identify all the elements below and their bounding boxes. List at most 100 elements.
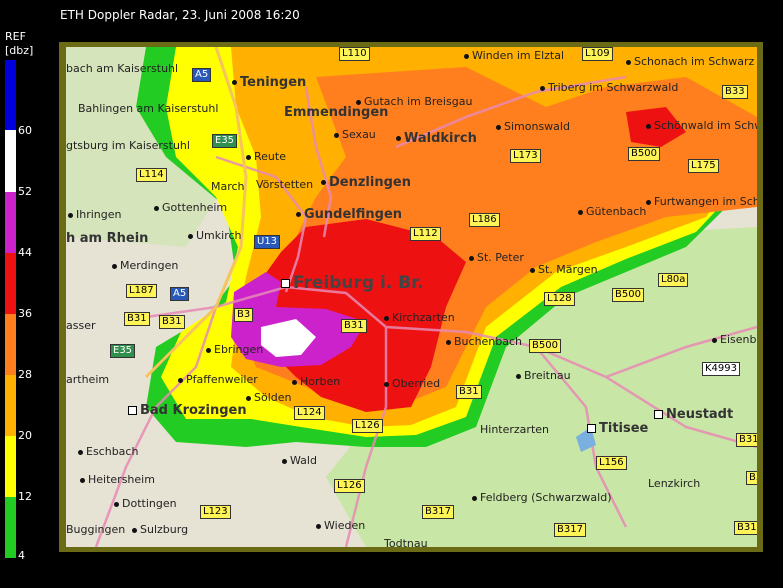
legend-tick: 12 xyxy=(18,490,32,503)
road-shield: B31 xyxy=(736,433,757,447)
place-feldberg: Feldberg (Schwarzwald) xyxy=(472,491,611,504)
road-shield: B31 xyxy=(456,385,482,399)
road-shield: B3 xyxy=(746,471,757,485)
place-kirchzarten: Kirchzarten xyxy=(384,311,455,324)
place-denzlingen: Denzlingen xyxy=(321,175,411,190)
road-shield: E35 xyxy=(212,134,238,148)
place-march: March xyxy=(211,180,245,193)
road-shield: B31 xyxy=(341,319,367,333)
road-shield: L123 xyxy=(200,505,231,519)
road-shield: L109 xyxy=(582,47,613,61)
place-am-rhein: h am Rhein xyxy=(66,231,149,246)
road-shield: L186 xyxy=(469,213,500,227)
road-shield: L126 xyxy=(352,419,383,433)
road-shield: L128 xyxy=(544,292,575,306)
place-gundelfingen: Gundelfingen xyxy=(296,207,402,222)
place-sexau: Sexau xyxy=(334,128,376,141)
place-waldkirch: Waldkirch xyxy=(396,131,477,146)
legend-tick: 36 xyxy=(18,307,32,320)
legend-tick: 52 xyxy=(18,185,32,198)
place-wieden: Wieden xyxy=(316,519,365,532)
road-shield: B317 xyxy=(554,523,586,537)
place-gutach: Gutach im Breisgau xyxy=(356,95,472,108)
place-hinterzarten: Hinterzarten xyxy=(480,423,549,436)
place-st-peter: St. Peter xyxy=(469,251,524,264)
road-shield: B500 xyxy=(612,288,644,302)
legend-band-blue xyxy=(5,60,16,130)
place-umkirch: Umkirch xyxy=(188,229,242,242)
place-eisenbach: Eisenbach xyxy=(712,333,757,346)
place-eschbach: Eschbach xyxy=(78,445,138,458)
map-title: ETH Doppler Radar, 23. Juni 2008 16:20 xyxy=(60,8,300,22)
road-shield: U13 xyxy=(254,235,281,249)
road-shield: L187 xyxy=(126,284,157,298)
place-furtwangen: Furtwangen im Schw xyxy=(646,195,757,208)
place-lenzkirch: Lenzkirch xyxy=(648,477,701,490)
legend-band-white xyxy=(5,130,16,192)
radar-view: ETH Doppler Radar, 23. Juni 2008 16:20 R… xyxy=(0,0,783,588)
radar-map[interactable]: Teningen Emmendingen Waldkirch Denzlinge… xyxy=(66,47,757,547)
road-shield: L156 xyxy=(596,456,627,470)
road-shield: L126 xyxy=(334,479,365,493)
place-breitnau: Breitnau xyxy=(516,369,571,382)
place-ebringen: Ebringen xyxy=(206,343,263,356)
place-soelden: Sölden xyxy=(246,391,292,404)
legend-band-amber xyxy=(5,375,16,436)
road-shield: B33 xyxy=(722,85,748,99)
road-shield: A5 xyxy=(192,68,212,82)
place-winden: Winden im Elztal xyxy=(464,49,564,62)
road-shield: L110 xyxy=(339,47,370,61)
road-shield: B500 xyxy=(628,147,660,161)
place-st-maergen: St. Märgen xyxy=(530,263,598,276)
place-heitersheim: Heitersheim xyxy=(80,473,155,486)
place-schonach: Schonach im Schwarz xyxy=(626,55,754,68)
legend-tick: 20 xyxy=(18,429,32,442)
place-voerstetten: Vörstetten xyxy=(256,178,314,191)
place-buggingen: Buggingen xyxy=(66,523,126,536)
legend-band-green xyxy=(5,497,16,558)
place-gottenheim: Gottenheim xyxy=(154,201,227,214)
road-shield: L175 xyxy=(688,159,719,173)
place-pfaffenweiler: Pfaffenweiler xyxy=(178,373,258,386)
color-legend xyxy=(5,60,16,558)
place-sasbach: bach am Kaiserstuhl xyxy=(66,62,179,75)
place-merdingen: Merdingen xyxy=(112,259,178,272)
place-asser: asser xyxy=(66,319,96,332)
place-wald: Wald xyxy=(282,454,317,467)
place-buchenbach: Buchenbach xyxy=(446,335,522,348)
place-bad-krozingen: Bad Krozingen xyxy=(128,403,247,418)
road-shield: L114 xyxy=(136,168,167,182)
legend-tick: 28 xyxy=(18,368,32,381)
place-teningen: Teningen xyxy=(232,75,306,90)
road-shield: B500 xyxy=(529,339,561,353)
road-shield: B31 xyxy=(159,315,185,329)
place-sulzburg: Sulzburg xyxy=(132,523,188,536)
road-shield: B317 xyxy=(422,505,454,519)
place-reute: Reute xyxy=(246,150,286,163)
place-horben: Horben xyxy=(292,375,340,388)
road-shield: B315 xyxy=(734,521,757,535)
legend-unit-dbz: [dbz] xyxy=(5,44,34,57)
place-triberg: Triberg im Schwarzwald xyxy=(540,81,678,94)
road-shield: E35 xyxy=(110,344,136,358)
legend-tick: 4 xyxy=(18,549,25,562)
road-shield: L80a xyxy=(658,273,689,287)
place-dottingen: Dottingen xyxy=(114,497,177,510)
place-guetenbach: Gütenbach xyxy=(578,205,646,218)
road-shield: K4993 xyxy=(702,362,741,376)
place-vogtsburg: gtsburg im Kaiserstuhl xyxy=(66,139,190,152)
place-oberried: Oberried xyxy=(384,377,440,390)
legend-band-yellow xyxy=(5,436,16,497)
road-shield: L124 xyxy=(294,406,325,420)
road-shield: B3 xyxy=(234,308,254,322)
legend-band-orange xyxy=(5,314,16,375)
place-neustadt: Neustadt xyxy=(654,407,733,422)
road-shield: L112 xyxy=(410,227,441,241)
place-simonswald: Simonswald xyxy=(496,120,570,133)
legend-band-magenta xyxy=(5,192,16,253)
road-shield: B31 xyxy=(124,312,150,326)
place-artheim: artheim xyxy=(66,373,110,386)
place-schoenwald: Schönwald im Schwa xyxy=(646,119,757,132)
legend-tick: 60 xyxy=(18,124,32,137)
place-todtnau: Todtnau xyxy=(384,537,428,547)
